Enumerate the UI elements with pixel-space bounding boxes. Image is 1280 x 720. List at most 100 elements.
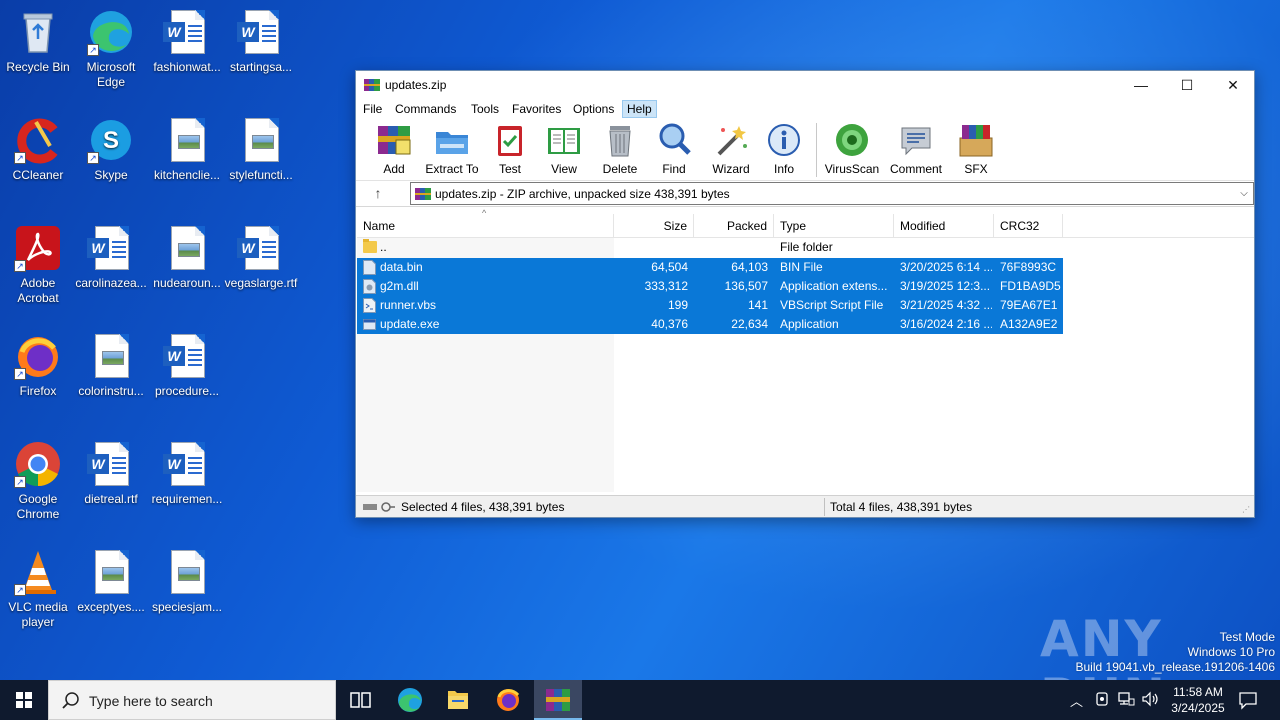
menu-options[interactable]: Options — [569, 100, 618, 118]
desktop-icon-image-doc[interactable]: exceptyes.... — [73, 548, 149, 615]
desktop-icon-word-doc[interactable]: W dietreal.rtf — [73, 440, 149, 507]
taskbar-search-box[interactable]: Type here to search — [48, 680, 336, 720]
desktop-icon-word-doc[interactable]: W procedure... — [149, 332, 225, 399]
menu-file[interactable]: File — [359, 100, 386, 118]
skype-icon: S ↗ — [87, 116, 135, 164]
tray-chevron-up-icon[interactable]: ︿ — [1070, 691, 1083, 720]
desktop-icon-word-doc[interactable]: W carolinazea... — [73, 224, 149, 291]
column-size[interactable]: Size — [614, 214, 694, 238]
taskbar-explorer-button[interactable] — [434, 680, 482, 720]
toolbar-add-button[interactable]: Add — [372, 122, 416, 176]
toolbar-view-button[interactable]: View — [542, 122, 586, 176]
ccleaner-icon: ↗ — [14, 116, 62, 164]
toolbar-info-button[interactable]: Info — [766, 122, 802, 176]
svg-text:S: S — [103, 127, 119, 154]
desktop-icon-edge[interactable]: ↗ Microsoft Edge — [73, 8, 149, 90]
start-button[interactable] — [0, 680, 48, 720]
exe-icon — [363, 317, 376, 332]
taskbar-clock[interactable]: 11:58 AM 3/24/2025 — [1160, 684, 1236, 716]
status-bar: Selected 4 files, 438,391 bytes Total 4 … — [356, 495, 1254, 517]
extract-folder-icon — [434, 122, 470, 158]
desktop-icon-label: CCleaner — [12, 168, 64, 182]
winrar-icon — [546, 689, 570, 711]
desktop-icon-word-doc[interactable]: W vegaslarge.rtf — [223, 224, 299, 291]
minimize-button[interactable]: — — [1118, 71, 1164, 99]
desktop-icon-word-doc[interactable]: W startingsa... — [223, 8, 299, 75]
tray-device-icon[interactable] — [1094, 690, 1110, 720]
toolbar-test-button[interactable]: Test — [490, 122, 530, 176]
menu-help[interactable]: Help — [622, 100, 657, 118]
desktop-icon-skype[interactable]: S ↗ Skype — [73, 116, 149, 183]
chevron-down-icon[interactable]: ⌵ — [1237, 185, 1251, 203]
adobe-acrobat-icon: ↗ — [14, 224, 62, 272]
desktop-icon-word-doc[interactable]: W requiremen... — [149, 440, 225, 507]
column-crc32[interactable]: CRC32 — [994, 214, 1063, 238]
menu-favorites[interactable]: Favorites — [508, 100, 565, 118]
task-view-icon — [350, 692, 371, 708]
virusscan-bug-icon — [834, 122, 870, 158]
desktop-icon-google-chrome[interactable]: ↗ Google Chrome — [0, 440, 76, 522]
taskbar-edge-button[interactable] — [386, 680, 434, 720]
desktop-icon-firefox[interactable]: ↗ Firefox — [0, 332, 76, 399]
table-row[interactable]: runner.vbs 199 141 VBScript Script File … — [357, 296, 1063, 315]
address-bar: ↑ updates.zip - ZIP archive, unpacked si… — [356, 181, 1254, 207]
taskbar-firefox-button[interactable] — [484, 680, 532, 720]
desktop-icon-image-doc[interactable]: colorinstru... — [73, 332, 149, 399]
table-row[interactable]: update.exe 40,376 22,634 Application 3/1… — [357, 315, 1063, 334]
toolbar-label: Comment — [889, 162, 942, 176]
desktop-icon-image-doc[interactable]: nudearoun... — [149, 224, 225, 291]
desktop-icon-word-doc[interactable]: W fashionwat... — [149, 8, 225, 75]
table-row[interactable]: data.bin 64,504 64,103 BIN File 3/20/202… — [357, 258, 1063, 277]
notification-center-icon[interactable] — [1238, 690, 1258, 720]
search-placeholder: Type here to search — [89, 693, 213, 709]
desktop-icon-ccleaner[interactable]: ↗ CCleaner — [0, 116, 76, 183]
up-arrow-icon[interactable]: ↑ — [370, 185, 386, 201]
archive-path-box[interactable]: updates.zip - ZIP archive, unpacked size… — [410, 182, 1254, 205]
tray-volume-icon[interactable] — [1141, 690, 1159, 720]
desktop-icon-label: speciesjam... — [151, 600, 223, 614]
desktop-icon-image-doc[interactable]: kitchenclie... — [149, 116, 225, 183]
file-type: BIN File — [780, 260, 823, 274]
column-type[interactable]: Type — [774, 214, 894, 238]
maximize-button[interactable]: ☐ — [1164, 71, 1210, 99]
shortcut-arrow-icon: ↗ — [87, 44, 99, 56]
toolbar-extract-button[interactable]: Extract To — [422, 122, 482, 176]
file-name: .. — [380, 240, 387, 254]
toolbar-comment-button[interactable]: Comment — [886, 122, 946, 176]
tray-network-icon[interactable] — [1117, 690, 1135, 720]
image-document-icon — [87, 332, 135, 380]
table-row[interactable]: g2m.dll 333,312 136,507 Application exte… — [357, 277, 1063, 296]
desktop-icon-adobe-acrobat[interactable]: ↗ Adobe Acrobat — [0, 224, 76, 306]
windows-logo-icon — [16, 692, 32, 708]
file-name: update.exe — [380, 317, 440, 331]
sort-up-icon: ^ — [482, 208, 487, 218]
menu-commands[interactable]: Commands — [391, 100, 460, 118]
desktop-icon-vlc[interactable]: ↗ VLC media player — [0, 548, 76, 630]
toolbar-virusscan-button[interactable]: VirusScan — [824, 122, 880, 176]
toolbar-separator — [816, 123, 817, 177]
task-view-button[interactable] — [336, 680, 384, 720]
toolbar-sfx-button[interactable]: SFX — [954, 122, 998, 176]
recycle-bin-icon — [14, 8, 62, 56]
toolbar-delete-button[interactable]: Delete — [600, 122, 640, 176]
search-icon — [61, 691, 81, 711]
toolbar-find-button[interactable]: Find — [654, 122, 694, 176]
file-size — [614, 238, 688, 257]
firefox-icon — [497, 689, 520, 711]
toolbar-label: Info — [773, 162, 794, 176]
desktop-icon-image-doc[interactable]: speciesjam... — [149, 548, 225, 615]
menu-tools[interactable]: Tools — [467, 100, 503, 118]
table-row[interactable]: .. File folder — [357, 238, 1063, 257]
column-packed[interactable]: Packed — [694, 214, 774, 238]
file-icon — [363, 260, 376, 275]
resize-grip-icon[interactable]: ⋰ — [1242, 505, 1252, 515]
close-button[interactable]: ✕ — [1210, 71, 1256, 99]
title-bar[interactable]: updates.zip — ☐ ✕ — [356, 71, 1254, 99]
sfx-box-icon — [958, 122, 994, 158]
toolbar-wizard-button[interactable]: Wizard — [709, 122, 753, 176]
desktop-icon-image-doc[interactable]: stylefuncti... — [223, 116, 299, 183]
desktop-icon-recycle-bin[interactable]: Recycle Bin — [0, 8, 76, 75]
image-document-icon — [87, 548, 135, 596]
taskbar-winrar-button[interactable] — [534, 680, 582, 720]
column-modified[interactable]: Modified — [894, 214, 994, 238]
